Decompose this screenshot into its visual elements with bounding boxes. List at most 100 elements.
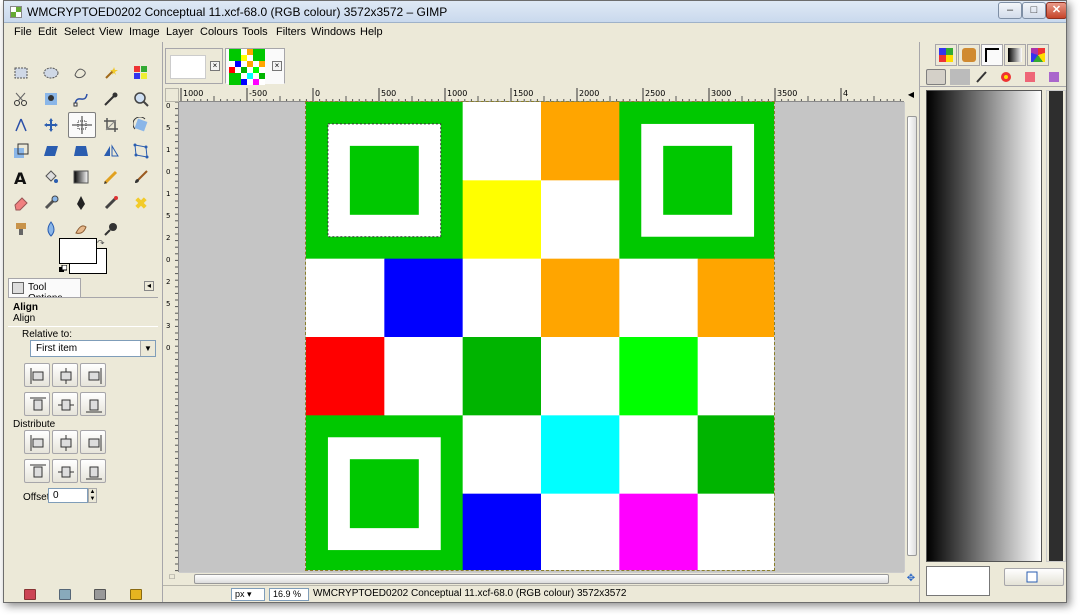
mypaint-brush-icon[interactable] <box>100 192 122 214</box>
palettes-tab[interactable] <box>1027 44 1049 66</box>
close-tab-icon[interactable]: × <box>272 61 282 71</box>
measure-icon[interactable] <box>10 114 32 136</box>
shear-icon[interactable] <box>40 140 62 162</box>
reset-options-icon[interactable] <box>130 589 142 600</box>
free-select-icon[interactable] <box>70 62 92 84</box>
zoom-select[interactable]: 16.9 % <box>269 588 309 601</box>
align-icon[interactable] <box>68 112 96 138</box>
smudge-icon[interactable] <box>70 218 92 240</box>
foreground-select-icon[interactable] <box>40 88 62 110</box>
vertical-ruler[interactable]: 051015202530 <box>165 102 179 572</box>
menu-file[interactable]: File <box>14 26 32 38</box>
undo-history-icon[interactable] <box>1022 69 1042 85</box>
scale-icon[interactable] <box>10 140 32 162</box>
menu-windows[interactable]: Windows <box>311 26 356 38</box>
image-canvas[interactable] <box>305 101 775 571</box>
restore-options-icon[interactable] <box>59 589 71 600</box>
close-tab-icon[interactable]: × <box>210 61 220 71</box>
swap-colors-icon[interactable]: ↷ <box>97 238 107 248</box>
save-options-icon[interactable] <box>24 589 36 600</box>
gradient-view[interactable] <box>926 90 1042 562</box>
channels-icon[interactable] <box>950 69 970 85</box>
menu-select[interactable]: Select <box>64 26 95 38</box>
menu-edit[interactable]: Edit <box>38 26 57 38</box>
align-middle-button[interactable] <box>52 392 78 416</box>
paintbrush-icon[interactable] <box>130 166 152 188</box>
close-button[interactable]: ✕ <box>1046 2 1066 19</box>
edit-gradient-button[interactable] <box>1004 568 1064 586</box>
zoom-icon[interactable] <box>130 88 152 110</box>
horizontal-scrollbar[interactable] <box>179 572 904 585</box>
scroll-thumb[interactable] <box>1049 91 1063 561</box>
distribute-right-button[interactable] <box>80 430 106 454</box>
scissors-select-icon[interactable] <box>10 88 32 110</box>
menu-colours[interactable]: Colours <box>200 26 238 38</box>
gradients-tab[interactable] <box>1004 44 1026 66</box>
rect-select-icon[interactable] <box>10 62 32 84</box>
menu-tools[interactable]: Tools <box>242 26 268 38</box>
select-by-color-icon[interactable] <box>130 62 152 84</box>
maximize-button[interactable]: □ <box>1022 2 1046 19</box>
distribute-middle-button[interactable] <box>52 459 78 483</box>
distribute-top-button[interactable] <box>24 459 50 483</box>
crop-icon[interactable] <box>100 114 122 136</box>
offset-input[interactable]: 0 <box>48 488 88 503</box>
cage-transform-icon[interactable] <box>130 140 152 162</box>
blur-sharpen-icon[interactable] <box>40 218 62 240</box>
paths-small-icon[interactable] <box>974 69 994 85</box>
color-area[interactable]: ↷ <box>59 238 109 276</box>
layers-icon[interactable] <box>926 69 946 85</box>
align-top-button[interactable] <box>24 392 50 416</box>
scroll-thumb[interactable] <box>194 574 889 584</box>
distribute-center-button[interactable] <box>52 430 78 454</box>
vertical-scrollbar[interactable] <box>904 102 918 572</box>
menu-view[interactable]: View <box>99 26 123 38</box>
patterns-tab[interactable] <box>935 44 957 66</box>
image-tab-qr[interactable]: × <box>225 48 285 85</box>
move-icon[interactable] <box>40 114 62 136</box>
ellipse-select-icon[interactable] <box>40 62 62 84</box>
align-bottom-button[interactable] <box>80 392 106 416</box>
distribute-left-button[interactable] <box>24 430 50 454</box>
perspective-icon[interactable] <box>70 140 92 162</box>
relative-to-select[interactable]: First item ▼ <box>30 340 156 357</box>
text-tool-icon[interactable]: A <box>10 166 32 188</box>
eraser-icon[interactable] <box>10 192 32 214</box>
menu-layer[interactable]: Layer <box>166 26 194 38</box>
heal-icon[interactable] <box>130 192 152 214</box>
ink-icon[interactable] <box>70 192 92 214</box>
foreground-color-swatch[interactable] <box>59 238 97 264</box>
quick-mask-icon[interactable]: □ <box>165 572 179 585</box>
menu-filters[interactable]: Filters <box>276 26 306 38</box>
offset-spinner[interactable]: ▲ ▼ <box>88 488 97 503</box>
flip-icon[interactable] <box>100 140 122 162</box>
colors-icon[interactable] <box>998 69 1018 85</box>
align-left-button[interactable] <box>24 363 50 387</box>
rotate-icon[interactable] <box>130 114 152 136</box>
dock-menu-icon[interactable]: ◂ <box>144 281 154 291</box>
menu-help[interactable]: Help <box>360 26 383 38</box>
gradient-scrollbar[interactable] <box>1046 90 1066 562</box>
reset-colors-icon[interactable] <box>59 264 68 272</box>
menu-image[interactable]: Image <box>129 26 160 38</box>
distribute-bottom-button[interactable] <box>80 459 106 483</box>
align-right-button[interactable] <box>80 363 106 387</box>
paths-tab[interactable] <box>981 44 1003 66</box>
delete-options-icon[interactable] <box>94 589 106 600</box>
tab-tool-options[interactable]: Tool Options <box>8 278 81 304</box>
dodge-burn-icon[interactable] <box>100 218 122 240</box>
blend-icon[interactable] <box>70 166 92 188</box>
color-picker-icon[interactable] <box>100 88 122 110</box>
fuzzy-select-icon[interactable] <box>100 62 122 84</box>
extra-tab-icon[interactable] <box>1046 69 1066 85</box>
bucket-fill-icon[interactable] <box>40 166 62 188</box>
ruler-corner[interactable] <box>165 88 179 102</box>
minimize-button[interactable]: – <box>998 2 1022 19</box>
paths-icon[interactable] <box>70 88 92 110</box>
clone-icon[interactable] <box>10 218 32 240</box>
canvas-area[interactable] <box>179 101 904 572</box>
brushes-tab[interactable] <box>958 44 980 66</box>
horizontal-ruler[interactable]: 1000 -500 0 500 1000 1500 2000 2500 3000 3500 4 <box>179 88 904 102</box>
airbrush-icon[interactable] <box>40 192 62 214</box>
scroll-thumb[interactable] <box>907 116 917 556</box>
